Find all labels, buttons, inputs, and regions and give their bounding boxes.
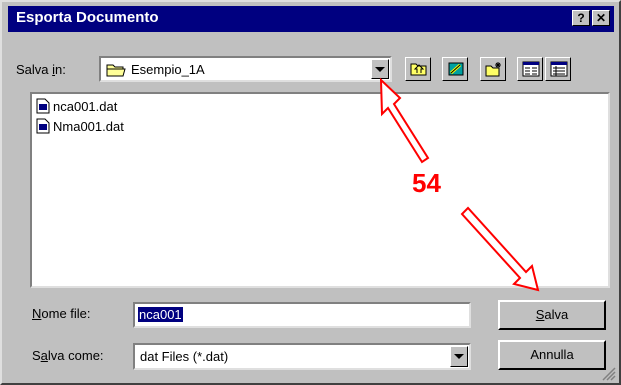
annotation-arrow-to-dropdown bbox=[379, 77, 430, 164]
annotation-arrows bbox=[379, 77, 540, 292]
annotation-arrow-to-save bbox=[460, 206, 540, 292]
annotation-number: 54 bbox=[412, 168, 441, 198]
